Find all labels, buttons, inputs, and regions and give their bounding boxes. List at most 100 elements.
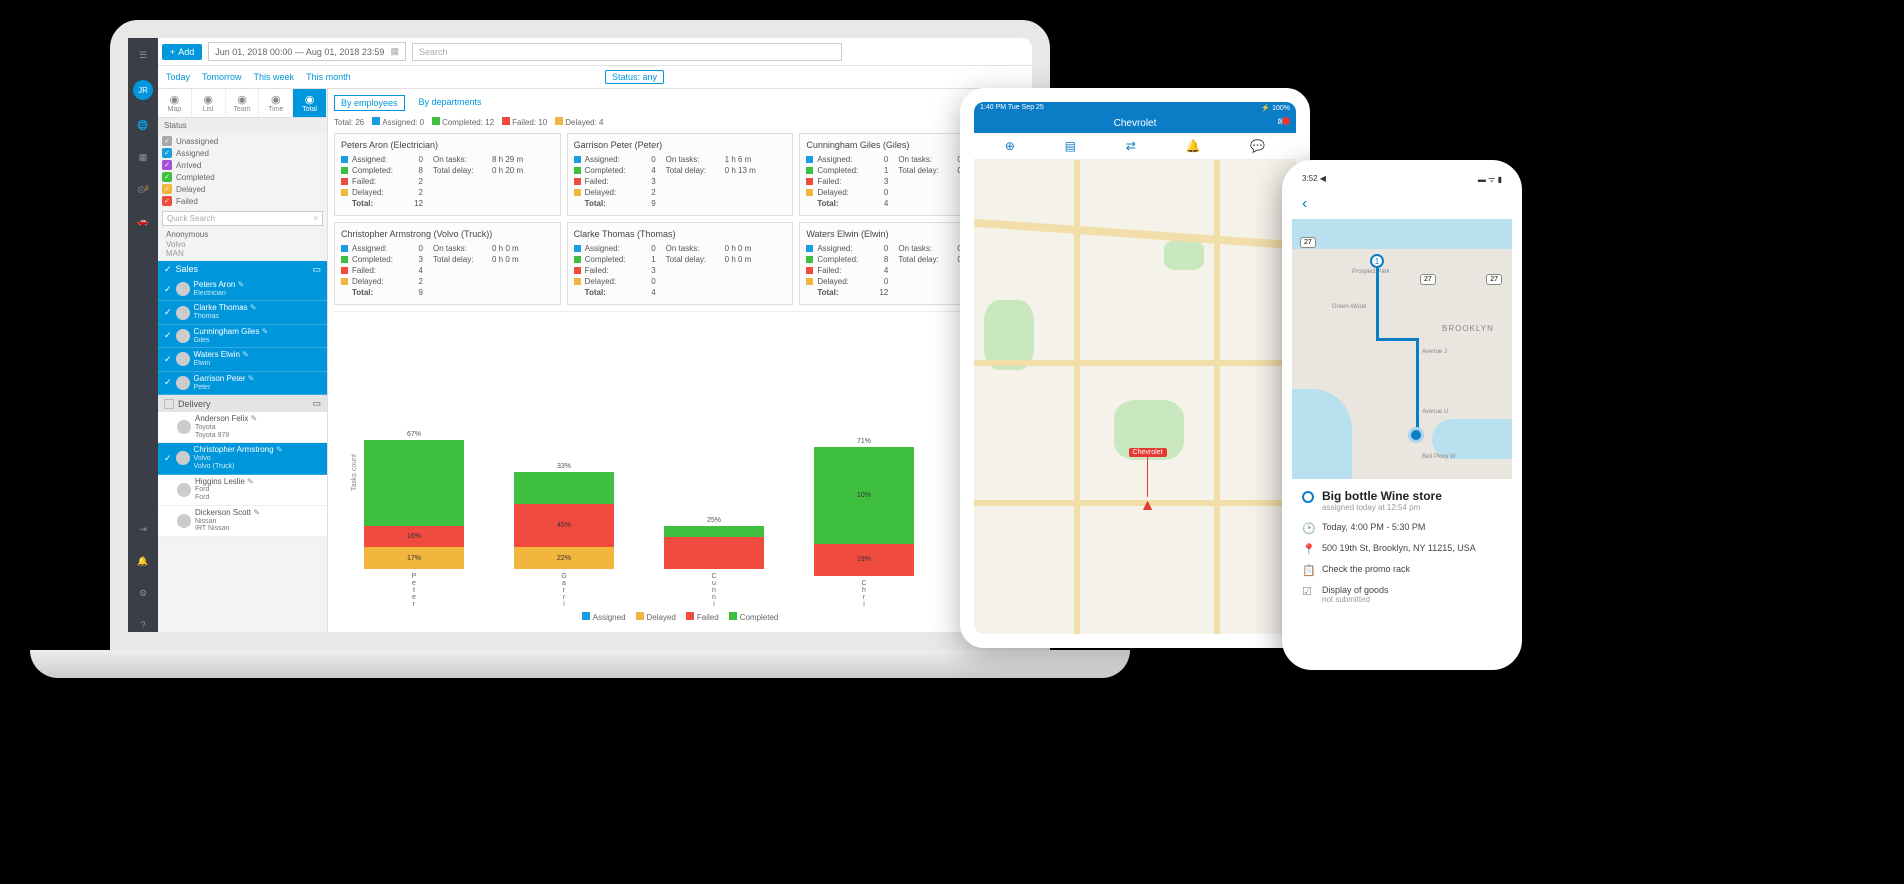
summary-card[interactable]: Garrison Peter (Peter)Assigned:0On tasks… (567, 133, 794, 216)
task-detail-line: 📍500 19th St, Brooklyn, NY 11215, USA (1302, 543, 1502, 556)
chart: 67%17%16%P e t e r33%22%45%G a r r i25%C… (334, 316, 1026, 608)
quick-search-input[interactable]: Quick Search× (162, 211, 323, 226)
phone-map[interactable]: Prospect Park Green-Wood BROOKLYN Belt P… (1292, 219, 1512, 479)
user-avatar[interactable]: JR (133, 80, 153, 100)
car-icon[interactable]: 🚗 (136, 214, 150, 228)
view-tab-total[interactable]: ◉Total (293, 89, 327, 117)
legend-item: Delayed (636, 612, 676, 622)
employee-item[interactable]: ✓Christopher Armstrong ✎VolvoVolvo (Truc… (158, 443, 327, 474)
globe-icon[interactable]: ⊕ (1005, 139, 1015, 153)
group-sales[interactable]: ✓Sales▭ (158, 261, 327, 278)
summary-cards: Peters Aron (Electrician)Assigned:0On ta… (334, 133, 1026, 305)
legend-item: Failed (686, 612, 719, 622)
legend-item: Assigned (582, 612, 626, 622)
chat-icon[interactable]: 💬 (1250, 139, 1265, 153)
tablet-title: Chevrolet (1114, 118, 1157, 129)
gear-icon[interactable]: ⚙ (136, 586, 150, 600)
import-icon[interactable]: ⇥ (136, 522, 150, 536)
tab-by-departments[interactable]: By departments (413, 95, 488, 111)
view-tab-time[interactable]: ◉Time (259, 89, 293, 117)
tab-by-employees[interactable]: By employees (334, 95, 405, 111)
globe-icon[interactable]: 🌐 (136, 118, 150, 132)
filter-tabs: By employees By departments (334, 95, 1026, 111)
group-delivery[interactable]: Delivery▭ (158, 395, 327, 412)
status-unassigned[interactable]: ✓Unassigned (162, 135, 323, 147)
employee-item[interactable]: ✓Clarke Thomas ✎Thomas (158, 301, 327, 324)
tablet-statusbar: 1:40 PM Tue Sep 25 ⚡ 100% (974, 102, 1296, 114)
view-tab-map[interactable]: ◉Map (158, 89, 192, 117)
laptop-base (30, 650, 1130, 678)
bell-icon[interactable]: 🔔 (136, 554, 150, 568)
quick-thisweek[interactable]: This week (254, 72, 295, 82)
total-count: Total: 26 (334, 118, 364, 127)
left-panel: ◉Map◉List◉Team◉Time◉Total Status ✓Unassi… (158, 89, 328, 632)
view-tab-list[interactable]: ◉List (192, 89, 226, 117)
right-panel: By employees By departments Total: 26 As… (328, 89, 1032, 632)
current-location (1408, 427, 1424, 443)
status-completed[interactable]: ✓Completed (162, 171, 323, 183)
status-filter-pill[interactable]: Status: any (605, 70, 664, 84)
status-failed[interactable]: ✓Failed (162, 195, 323, 207)
calendar-icon: ▦ (390, 46, 399, 57)
chart-bar: 33%22%45%G a r r i (514, 463, 614, 608)
employee-item[interactable]: Anderson Felix ✎ToyotaToyota 978 (158, 412, 327, 443)
status-header: Status (158, 118, 327, 133)
employee-item[interactable]: ✓Garrison Peter ✎Peter (158, 372, 327, 395)
phone-statusbar: 3:52 ◀ ▬ ᯤ ▮ (1292, 170, 1512, 189)
task-subtitle: assigned today at 12:54 pm (1322, 503, 1442, 512)
chart-legend: Assigned Delayed Failed Completed (334, 608, 1026, 626)
view-tab-team[interactable]: ◉Team (226, 89, 260, 117)
chart-icon[interactable]: ▦ (136, 150, 150, 164)
status-delayed[interactable]: ✓Delayed (162, 183, 323, 195)
bell-icon[interactable]: 🔔 (1185, 139, 1200, 153)
employee-item[interactable]: Dickerson Scott ✎NissanIRT Nissan (158, 506, 327, 537)
view-tabs: ◉Map◉List◉Team◉Time◉Total (158, 89, 327, 118)
task-detail: Big bottle Wine store assigned today at … (1292, 479, 1512, 660)
status-arrived[interactable]: ✓Arrived (162, 159, 323, 171)
route-icon[interactable]: ⇄ (1126, 139, 1136, 153)
task-detail-line: 🕑Today, 4:00 PM - 5:30 PM (1302, 522, 1502, 535)
task-detail-line: ☑Display of goodsnot submitted (1302, 585, 1502, 604)
location-icon[interactable]: ◎β (136, 182, 150, 196)
mail-icon[interactable]: ✉ (1278, 117, 1290, 128)
chart-area: Tasks count 67%17%16%P e t e r33%22%45%G… (334, 311, 1026, 626)
clear-icon[interactable]: × (313, 214, 318, 223)
help-icon[interactable]: ? (136, 618, 150, 632)
task-detail-line: 📋Check the promo rack (1302, 564, 1502, 577)
employee-item[interactable]: ✓Peters Aron ✎Electrician (158, 278, 327, 301)
legend-item: Completed (729, 612, 779, 622)
quick-tomorrow[interactable]: Tomorrow (202, 72, 242, 82)
status-assigned[interactable]: ✓Assigned (162, 147, 323, 159)
anon-employee[interactable]: Anonymous Volvo MAN (158, 228, 327, 261)
vehicle-pin[interactable]: Chevrolet▲ (1129, 448, 1167, 515)
quick-today[interactable]: Today (166, 72, 190, 82)
search-input[interactable]: Search (412, 43, 842, 61)
list-icon[interactable]: ▤ (1065, 139, 1076, 153)
quick-range-bar: Today Tomorrow This week This month Stat… (158, 66, 1032, 89)
plus-icon: + (170, 47, 175, 57)
employee-item[interactable]: Higgins Leslie ✎FordFord (158, 475, 327, 506)
employee-item[interactable]: ✓Waters Elwin ✎Elwin (158, 348, 327, 371)
quick-thismonth[interactable]: This month (306, 72, 351, 82)
signal-icons: ▬ ᯤ ▮ (1478, 174, 1502, 185)
app: ☰ JR 🌐 ▦ ◎β 🚗 ⇥ 🔔 ⚙ ? +Add Jun 01, 2018 … (128, 38, 1032, 632)
laptop-frame: ☰ JR 🌐 ▦ ◎β 🚗 ⇥ 🔔 ⚙ ? +Add Jun 01, 2018 … (110, 20, 1050, 650)
route-start-marker: 1 (1370, 254, 1384, 268)
date-range-picker[interactable]: Jun 01, 2018 00:00 — Aug 01, 2018 23:59▦ (208, 42, 406, 61)
chart-bar: 25%C u n n i (664, 517, 764, 608)
main-panel: +Add Jun 01, 2018 00:00 — Aug 01, 2018 2… (158, 38, 1032, 632)
status-ring-icon (1302, 491, 1314, 503)
summary-card[interactable]: Christopher Armstrong (Volvo (Truck))Ass… (334, 222, 561, 305)
tablet-header: Chevrolet ✉ (974, 114, 1296, 133)
add-button[interactable]: +Add (162, 44, 202, 60)
totals-row: Total: 26 Assigned: 0 Completed: 12 Fail… (334, 117, 1026, 127)
summary-card[interactable]: Peters Aron (Electrician)Assigned:0On ta… (334, 133, 561, 216)
tablet-map[interactable]: Chevrolet▲ (974, 160, 1296, 640)
task-title: Big bottle Wine store (1322, 489, 1442, 503)
phone-frame: 3:52 ◀ ▬ ᯤ ▮ ‹ Prospect Park Green-Wood … (1282, 160, 1522, 670)
employee-item[interactable]: ✓Cunningham Giles ✎Giles (158, 325, 327, 348)
menu-icon[interactable]: ☰ (136, 48, 150, 62)
topbar: +Add Jun 01, 2018 00:00 — Aug 01, 2018 2… (158, 38, 1032, 66)
summary-card[interactable]: Clarke Thomas (Thomas)Assigned:0On tasks… (567, 222, 794, 305)
back-button[interactable]: ‹ (1292, 189, 1512, 219)
